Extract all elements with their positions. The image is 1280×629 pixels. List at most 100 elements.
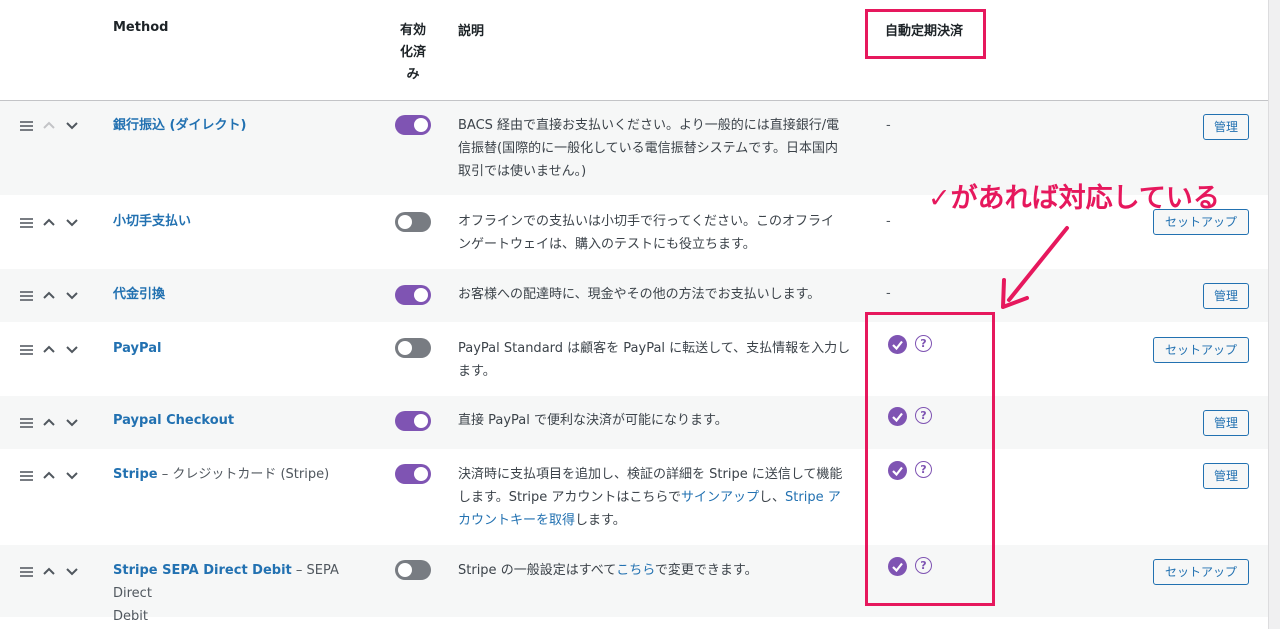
setup-button[interactable]: セットアップ <box>1153 337 1249 363</box>
desc-line: カウントキーを取得します。 <box>458 509 858 532</box>
chevron-up-icon[interactable] <box>42 118 56 132</box>
desc-text: します。Stripe アカウントはこちらで <box>458 490 681 505</box>
header-enabled: 有効 化済 み <box>399 20 427 86</box>
desc-line: 取引では使いません。) <box>458 164 587 179</box>
desc-text: し、 <box>759 490 786 505</box>
method-link-bacs[interactable]: 銀行振込 (ダイレクト) <box>113 118 246 133</box>
manage-button[interactable]: 管理 <box>1203 283 1249 309</box>
toggle-knob <box>398 215 412 229</box>
method-link-paypal[interactable]: PayPal <box>113 341 161 356</box>
stripe-account-keys-link-cont[interactable]: カウントキーを取得 <box>458 513 575 528</box>
toggle-knob <box>398 563 412 577</box>
method-description: PayPal Standard は顧客を PayPal に転送して、支払情報を入… <box>458 337 858 383</box>
stripe-account-keys-link[interactable]: Stripe ア <box>785 490 841 505</box>
toggle-knob <box>414 118 428 132</box>
chevron-down-icon[interactable] <box>65 468 79 482</box>
method-name: Stripe – クレジットカード (Stripe) <box>113 463 363 486</box>
chevron-up-icon[interactable] <box>42 342 56 356</box>
enabled-toggle[interactable] <box>395 560 431 580</box>
chevron-down-icon[interactable] <box>65 564 79 578</box>
method-subtitle: Debit <box>113 609 148 624</box>
drag-handle-icon[interactable] <box>20 291 33 303</box>
drag-handle-icon[interactable] <box>20 471 33 483</box>
header-enabled-line: み <box>406 67 420 82</box>
chevron-up-icon[interactable] <box>42 564 56 578</box>
highlight-box-header <box>865 9 986 59</box>
recurring-value: - <box>886 214 891 229</box>
header-method: Method <box>113 20 169 35</box>
method-link-stripe[interactable]: Stripe <box>113 467 158 482</box>
desc-line: 決済時に支払項目を追加し、検証の詳細を Stripe に送信して機能 <box>458 467 843 482</box>
chevron-down-icon[interactable] <box>65 215 79 229</box>
chevron-up-icon[interactable] <box>42 288 56 302</box>
enabled-toggle[interactable] <box>395 115 431 135</box>
chevron-down-icon[interactable] <box>65 118 79 132</box>
enabled-toggle[interactable] <box>395 411 431 431</box>
desc-line: BACS 経由で直接お支払いください。より一般的には直接銀行/電 <box>458 118 840 133</box>
header-enabled-line: 化済 <box>399 45 426 60</box>
toggle-knob <box>414 414 428 428</box>
enabled-toggle[interactable] <box>395 212 431 232</box>
table-row: 代金引換 お客様への配達時に、現金やその他の方法でお支払いします。 - 管理 <box>0 269 1268 322</box>
drag-handle-icon[interactable] <box>20 567 33 579</box>
method-description: 決済時に支払項目を追加し、検証の詳細を Stripe に送信して機能 します。S… <box>458 463 858 532</box>
enabled-toggle[interactable] <box>395 338 431 358</box>
header-description: 説明 <box>458 24 485 39</box>
chevron-up-icon[interactable] <box>42 215 56 229</box>
desc-line: ます。 <box>458 364 496 379</box>
desc-line: オフラインでの支払いは小切手で行ってください。このオフライ <box>458 214 834 229</box>
toggle-knob <box>414 467 428 481</box>
table-row: PayPal PayPal Standard は顧客を PayPal に転送して… <box>0 322 1268 396</box>
method-name: PayPal <box>113 337 363 360</box>
highlight-box-recurring <box>865 312 995 606</box>
method-name-line: Stripe SEPA Direct Debit – SEPA Direct <box>113 559 363 605</box>
signup-link[interactable]: サインアップ <box>681 490 759 505</box>
enabled-toggle[interactable] <box>395 285 431 305</box>
arrow-icon <box>1001 226 1069 309</box>
method-link-paypal-checkout[interactable]: Paypal Checkout <box>113 413 234 428</box>
desc-line: 直接 PayPal で便利な決済が可能になります。 <box>458 413 728 428</box>
setup-button[interactable]: セットアップ <box>1153 559 1249 585</box>
desc-line: します。Stripe アカウントはこちらでサインアップし、Stripe ア <box>458 486 858 509</box>
method-link-cheque[interactable]: 小切手支払い <box>113 214 191 229</box>
table-row: Paypal Checkout 直接 PayPal で便利な決済が可能になります… <box>0 396 1268 449</box>
method-subtitle: – クレジットカード (Stripe) <box>157 467 330 482</box>
manage-button[interactable]: 管理 <box>1203 463 1249 489</box>
desc-line: PayPal Standard は顧客を PayPal に転送して、支払情報を入… <box>458 341 851 356</box>
recurring-value: - <box>886 286 891 301</box>
method-name: Stripe SEPA Direct Debit – SEPA Direct D… <box>113 559 363 628</box>
method-name: 小切手支払い <box>113 210 363 233</box>
method-link-cod[interactable]: 代金引換 <box>113 287 165 302</box>
chevron-down-icon[interactable] <box>65 288 79 302</box>
toggle-knob <box>398 341 412 355</box>
manage-button[interactable]: 管理 <box>1203 114 1249 140</box>
table-row: Stripe – クレジットカード (Stripe) 決済時に支払項目を追加し、… <box>0 449 1268 545</box>
toggle-knob <box>414 288 428 302</box>
drag-handle-icon[interactable] <box>20 345 33 357</box>
header-enabled-line: 有効 <box>399 23 426 38</box>
chevron-down-icon[interactable] <box>65 342 79 356</box>
method-name: 銀行振込 (ダイレクト) <box>113 114 363 137</box>
chevron-up-icon[interactable] <box>42 415 56 429</box>
annotation-text: ✓があれば対応している <box>928 183 1220 214</box>
chevron-down-icon[interactable] <box>65 415 79 429</box>
method-description: オフラインでの支払いは小切手で行ってください。このオフライ ンゲートウェイは、購… <box>458 210 858 256</box>
manage-button[interactable]: 管理 <box>1203 410 1249 436</box>
settings-here-link[interactable]: こちら <box>616 563 655 578</box>
drag-handle-icon[interactable] <box>20 418 33 430</box>
method-description: 直接 PayPal で便利な決済が可能になります。 <box>458 409 858 432</box>
chevron-up-icon[interactable] <box>42 468 56 482</box>
drag-handle-icon[interactable] <box>20 218 33 230</box>
desc-line: お客様への配達時に、現金やその他の方法でお支払いします。 <box>458 287 821 302</box>
recurring-value: - <box>886 118 891 133</box>
method-link-stripe-sepa[interactable]: Stripe SEPA Direct Debit <box>113 563 292 578</box>
payment-methods-table: Method 有効 化済 み 説明 自動定期決済 銀行振込 (ダイレクト) BA… <box>0 0 1269 629</box>
desc-text: します。 <box>575 513 626 528</box>
table-header: Method 有効 化済 み 説明 自動定期決済 <box>0 0 1268 101</box>
method-description: Stripe の一般設定はすべてこちらで変更できます。 <box>458 559 858 582</box>
method-name: 代金引換 <box>113 283 363 306</box>
desc-line: Stripe の一般設定はすべてこちらで変更できます。 <box>458 559 858 582</box>
enabled-toggle[interactable] <box>395 464 431 484</box>
drag-handle-icon[interactable] <box>20 121 33 133</box>
desc-line: ンゲートウェイは、購入のテストにも役立ちます。 <box>458 237 756 252</box>
